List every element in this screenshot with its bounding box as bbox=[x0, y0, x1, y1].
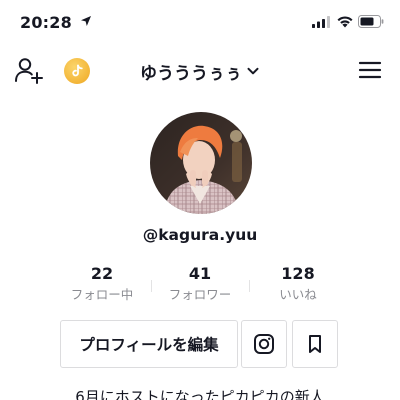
bookmark-icon bbox=[309, 335, 321, 353]
account-switcher[interactable]: ゆうううぅぅ bbox=[140, 58, 260, 84]
location-arrow-icon bbox=[81, 16, 91, 26]
stat-likes[interactable]: 128 いいね bbox=[238, 264, 358, 304]
stat-likes-label: いいね bbox=[279, 287, 317, 302]
bookmark-button[interactable] bbox=[292, 320, 338, 368]
battery-icon bbox=[358, 15, 384, 28]
chevron-down-icon bbox=[247, 67, 259, 75]
instagram-button[interactable] bbox=[241, 320, 287, 368]
add-user-icon[interactable] bbox=[14, 56, 44, 84]
tiktok-note-icon bbox=[72, 64, 83, 77]
avatar[interactable] bbox=[150, 112, 252, 214]
instagram-icon bbox=[254, 334, 274, 354]
status-time: 20:28 bbox=[20, 13, 72, 32]
profile-header: ゆうううぅぅ bbox=[0, 50, 400, 90]
cellular-signal-icon bbox=[312, 16, 330, 28]
stat-likes-value: 128 bbox=[281, 264, 315, 283]
profile-bio: 6月にホストになったピカピカの新人 bbox=[75, 388, 325, 400]
profile-stats: 22 フォロー中 41 フォロワー 128 いいね bbox=[0, 264, 400, 308]
profile-photo bbox=[150, 112, 252, 214]
profile-handle: @kagura.yuu bbox=[142, 226, 258, 244]
wifi-icon bbox=[337, 16, 353, 28]
status-bar: 20:28 bbox=[0, 0, 400, 44]
menu-icon[interactable] bbox=[358, 60, 382, 80]
header-username: ゆうううぅぅ bbox=[140, 63, 242, 84]
tiktok-coin-icon[interactable] bbox=[64, 58, 90, 84]
edit-profile-button[interactable]: プロフィールを編集 bbox=[60, 320, 238, 368]
